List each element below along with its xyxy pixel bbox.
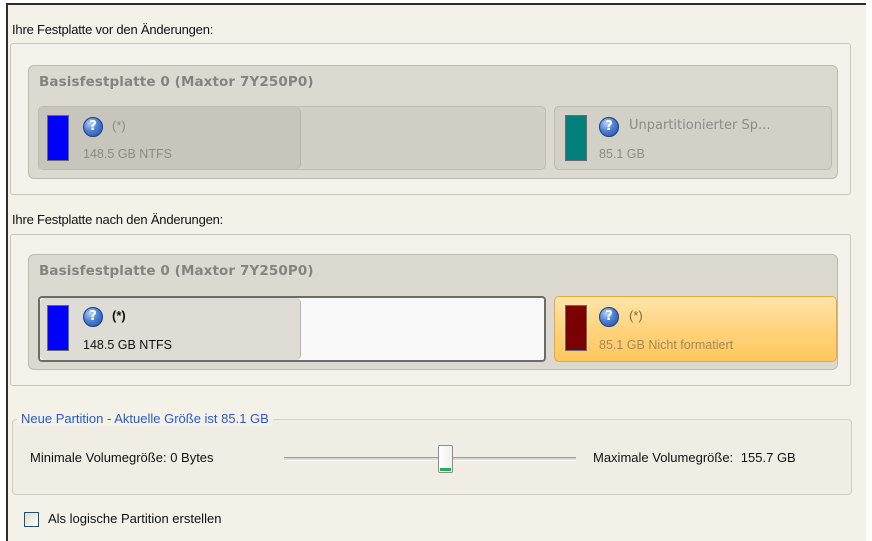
partition-color-swatch (47, 115, 69, 161)
min-volume-caption: Minimale Volumegröße: (30, 450, 167, 465)
partition-name: Unpartitionierter Sp... (629, 118, 771, 133)
partition-name: (*) (112, 118, 126, 133)
after-disk-title: Basisfestplatte 0 (Maxtor 7Y250P0) (39, 263, 314, 279)
partition-name: (*) (112, 308, 126, 323)
before-partition-2[interactable]: ? Unpartitionierter Sp... 85.1 GB (554, 106, 832, 170)
logical-partition-label[interactable]: Als logische Partition erstellen (48, 511, 221, 526)
partition-color-swatch (47, 305, 69, 351)
partition-size: 85.1 GB (599, 147, 645, 161)
before-disk: Basisfestplatte 0 (Maxtor 7Y250P0) ? (*)… (28, 65, 838, 179)
size-slider-track[interactable] (284, 457, 576, 461)
partition-size: 148.5 GB NTFS (83, 338, 172, 352)
help-icon: ? (599, 117, 619, 137)
before-heading: Ihre Festplatte vor den Änderungen: (12, 22, 214, 37)
help-icon: ? (83, 117, 103, 137)
size-slider-thumb[interactable] (438, 445, 453, 473)
after-group: Basisfestplatte 0 (Maxtor 7Y250P0) ? (*)… (10, 234, 851, 386)
before-disk-title: Basisfestplatte 0 (Maxtor 7Y250P0) (39, 74, 314, 90)
min-volume-value: 0 Bytes (170, 450, 214, 465)
after-partition-2-selected[interactable]: ? (*) 85.1 GB Nicht formatiert (554, 296, 837, 362)
after-partition-1[interactable]: ? (*) 148.5 GB NTFS (38, 296, 546, 362)
max-volume-value: 155.7 GB (740, 450, 796, 465)
help-icon: ? (599, 307, 619, 327)
min-volume-label: Minimale Volumegröße: 0 Bytes (30, 450, 214, 465)
partition-color-swatch (565, 305, 587, 351)
before-partition-1[interactable]: ? (*) 148.5 GB NTFS (38, 106, 546, 170)
max-volume-label: Maximale Volumegröße: 155.7 GB (593, 450, 796, 465)
new-partition-size-legend: Neue Partition - Aktuelle Größe ist 85.1… (17, 411, 273, 426)
after-disk: Basisfestplatte 0 (Maxtor 7Y250P0) ? (*)… (28, 254, 838, 370)
partition-color-swatch (565, 115, 587, 161)
partition-size: 85.1 GB Nicht formatiert (599, 338, 734, 352)
partition-size: 148.5 GB NTFS (83, 147, 172, 161)
before-group: Basisfestplatte 0 (Maxtor 7Y250P0) ? (*)… (10, 43, 851, 195)
help-icon: ? (83, 307, 103, 327)
max-volume-caption: Maximale Volumegröße: (593, 450, 734, 465)
logical-partition-checkbox[interactable] (24, 512, 39, 527)
after-heading: Ihre Festplatte nach den Änderungen: (12, 212, 224, 227)
partition-name: (*) (629, 308, 643, 323)
